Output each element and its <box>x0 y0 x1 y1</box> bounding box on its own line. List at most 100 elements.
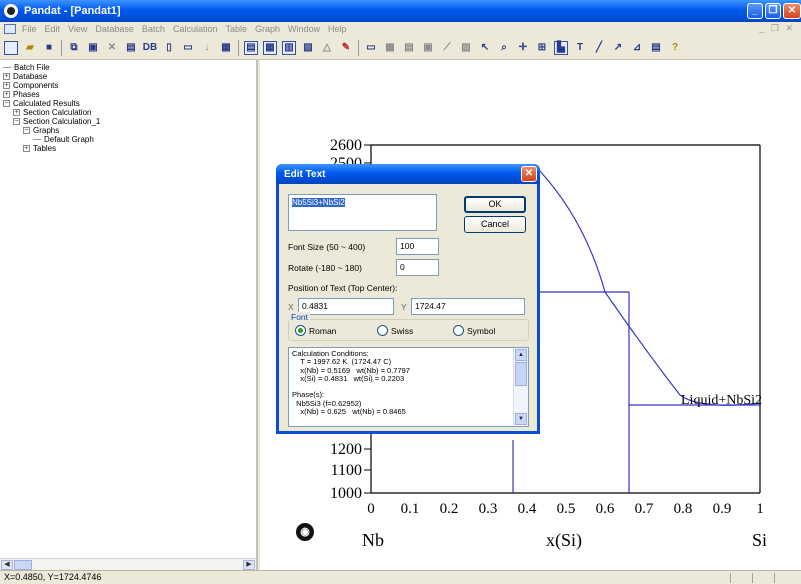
menu-graph[interactable]: Graph <box>255 24 280 34</box>
arrow-icon[interactable]: ↗ <box>611 41 625 55</box>
dialog-close-button[interactable]: ✕ <box>521 166 537 182</box>
collapse-icon[interactable]: − <box>3 100 10 107</box>
axes-icon[interactable]: ⊞ <box>535 41 549 55</box>
calculation-conditions-box[interactable]: Calculation Conditions: T = 1997.62 K (1… <box>288 347 529 427</box>
tree-item-graphs[interactable]: − Graphs <box>23 126 59 135</box>
x-position-field[interactable]: 0.4831 <box>298 298 394 315</box>
new-file-icon[interactable] <box>4 40 18 55</box>
delete-icon[interactable]: ✕ <box>105 41 119 55</box>
cancel-button[interactable]: Cancel <box>464 216 526 233</box>
expand-icon[interactable]: + <box>3 73 10 80</box>
close-button[interactable]: ✕ <box>783 3 801 19</box>
line-chart-icon[interactable]: ⟋ <box>440 41 454 55</box>
font-size-field[interactable]: 100 <box>396 238 439 255</box>
tree-horizontal-scrollbar[interactable]: ◀ ▶ <box>0 558 256 570</box>
columns-icon[interactable]: ▥ <box>282 40 296 55</box>
crosshair-icon[interactable]: ✛ <box>516 41 530 55</box>
zoom-icon[interactable]: ⌕ <box>497 41 511 55</box>
tree-item-database[interactable]: + Database <box>3 72 47 81</box>
document-icon[interactable]: ▯ <box>162 41 176 55</box>
print-icon[interactable]: ▤ <box>124 41 138 55</box>
step-icon[interactable]: ↓ <box>200 41 214 55</box>
x-left-label: Nb <box>362 530 384 550</box>
tree-item-default-graph[interactable]: Default Graph <box>33 135 94 144</box>
batch-icon[interactable]: ▭ <box>181 41 195 55</box>
x-tick-label: 0.3 <box>479 501 498 517</box>
open-folder-icon[interactable]: ▰ <box>23 41 37 55</box>
x-right-label: Si <box>752 530 767 550</box>
image-icon[interactable]: ▨ <box>459 41 473 55</box>
collapse-icon[interactable]: − <box>23 127 30 134</box>
y-position-field[interactable]: 1724.47 <box>411 298 525 315</box>
ok-button[interactable]: OK <box>464 196 526 213</box>
app-icon[interactable] <box>4 4 18 18</box>
rotate-field[interactable]: 0 <box>396 259 439 276</box>
dialog-title-bar[interactable]: Edit Text ✕ <box>276 164 540 184</box>
status-bar: X=0.4850, Y=1724.4746 <box>0 570 801 584</box>
cursor-coordinates: X=0.4850, Y=1724.4746 <box>4 572 102 582</box>
tree-item-section-calculation-1[interactable]: − Section Calculation_1 <box>13 117 100 126</box>
split-icon[interactable]: ▧ <box>301 41 315 55</box>
expand-icon[interactable]: + <box>3 91 10 98</box>
scroll-down-icon[interactable]: ▼ <box>515 413 527 425</box>
document-icon[interactable] <box>4 24 16 34</box>
calculation-conditions-text: Calculation Conditions: T = 1997.62 K (1… <box>292 349 410 417</box>
scroll-left-icon[interactable]: ◀ <box>1 560 13 570</box>
text-content-field[interactable]: Nb5Si3+NbSi2 <box>288 194 437 231</box>
edit-text-dialog: Edit Text ✕ Nb5Si3+NbSi2 OK Cancel Font … <box>276 164 540 434</box>
conditions-scrollbar[interactable]: ▲ ▼ <box>513 348 528 426</box>
font-radio-swiss[interactable]: Swiss <box>377 325 413 336</box>
scroll-up-icon[interactable]: ▲ <box>515 349 527 361</box>
expand-icon[interactable]: + <box>3 82 10 89</box>
menu-help[interactable]: Help <box>328 24 347 34</box>
paste-icon[interactable]: ▣ <box>86 41 100 55</box>
menu-window[interactable]: Window <box>288 24 320 34</box>
label-icon[interactable]: ▙ <box>554 40 568 55</box>
legend-icon[interactable]: ▤ <box>649 41 663 55</box>
text-icon[interactable]: T <box>573 41 587 55</box>
graph-icon[interactable]: ▣ <box>421 41 435 55</box>
expand-icon[interactable]: + <box>23 145 30 152</box>
table-icon[interactable]: ▤ <box>244 40 258 55</box>
menu-database[interactable]: Database <box>95 24 134 34</box>
chart-icon[interactable]: ▤ <box>402 41 416 55</box>
calc-icon[interactable]: ▦ <box>219 41 233 55</box>
title-bar: Pandat - [Pandat1] _ ❐ ✕ <box>0 0 801 22</box>
expand-icon[interactable]: + <box>13 109 20 116</box>
font-radio-roman[interactable]: Roman <box>295 325 336 336</box>
menu-table[interactable]: Table <box>225 24 247 34</box>
tree-item-section-calculation[interactable]: + Section Calculation <box>13 108 91 117</box>
scroll-right-icon[interactable]: ▶ <box>243 560 255 570</box>
tree-item-components[interactable]: + Components <box>3 81 58 90</box>
tree-item-phases[interactable]: + Phases <box>3 90 40 99</box>
save-icon[interactable]: ■ <box>42 41 56 55</box>
help-icon[interactable]: ? <box>668 41 682 55</box>
menu-file[interactable]: File <box>22 24 37 34</box>
tree-item-batch-file[interactable]: Batch File <box>3 63 50 72</box>
menu-edit[interactable]: Edit <box>45 24 61 34</box>
minimize-button[interactable]: _ <box>747 3 763 19</box>
mdi-window-controls[interactable]: _ ❐ ✕ <box>759 23 795 34</box>
database-icon[interactable]: DB <box>143 41 157 55</box>
plot-icon[interactable]: ⊿ <box>630 41 644 55</box>
menu-batch[interactable]: Batch <box>142 24 165 34</box>
scroll-thumb[interactable] <box>515 362 527 386</box>
menu-calculation[interactable]: Calculation <box>173 24 218 34</box>
project-tree: Batch File + Database + Components + Phases… <box>0 60 258 570</box>
tree-item-tables[interactable]: + Tables <box>23 144 56 153</box>
layout-icon[interactable]: ▦ <box>383 41 397 55</box>
maximize-button[interactable]: ❐ <box>765 3 781 19</box>
radio-selected-icon <box>295 325 306 336</box>
menu-view[interactable]: View <box>68 24 87 34</box>
triangle-icon[interactable]: △ <box>320 41 334 55</box>
window-icon[interactable]: ▭ <box>364 41 378 55</box>
copy-icon[interactable]: ⧉ <box>67 41 81 55</box>
scroll-thumb[interactable] <box>14 560 32 570</box>
tree-item-calculated-results[interactable]: − Calculated Results <box>3 99 80 108</box>
font-radio-symbol[interactable]: Symbol <box>453 325 495 336</box>
collapse-icon[interactable]: − <box>13 118 20 125</box>
pen-icon[interactable]: ✎ <box>339 41 353 55</box>
pointer-icon[interactable]: ↖ <box>478 41 492 55</box>
grid-icon[interactable]: ▦ <box>263 40 277 55</box>
line-icon[interactable]: ╱ <box>592 41 606 55</box>
